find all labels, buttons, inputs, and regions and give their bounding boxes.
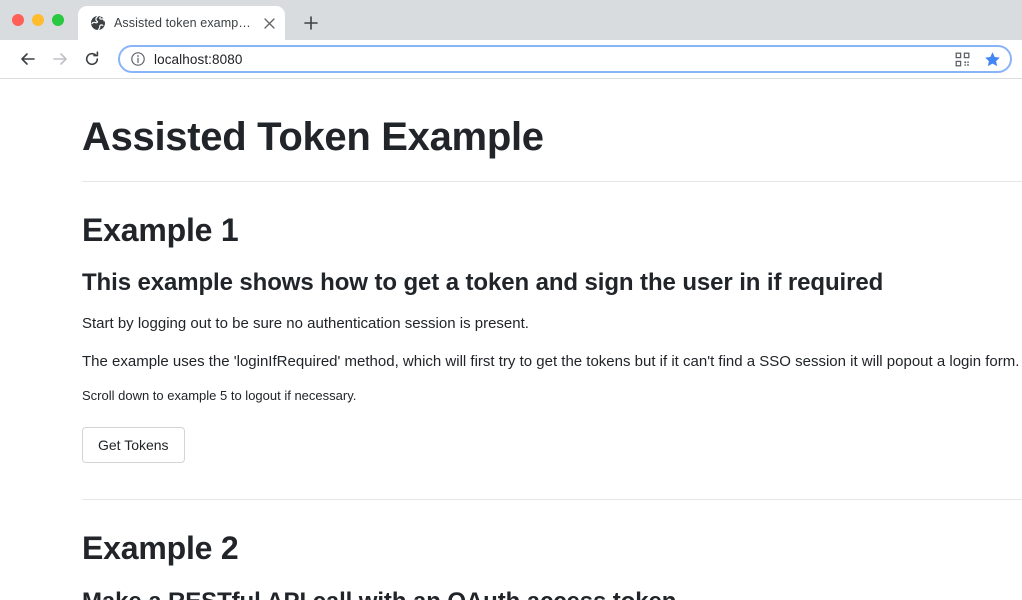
section-1-paragraph-2: The example uses the 'loginIfRequired' m… xyxy=(82,352,1020,370)
browser-tab-active[interactable]: Assisted token example site xyxy=(78,6,285,40)
window-controls xyxy=(0,0,74,40)
close-window-button[interactable] xyxy=(12,14,24,26)
close-tab-icon[interactable] xyxy=(261,15,277,31)
zoom-window-button[interactable] xyxy=(52,14,64,26)
section-1-paragraph-1: Start by logging out to be sure no authe… xyxy=(82,315,529,333)
section-2-heading: Example 2 xyxy=(82,530,239,567)
section-example-2: Example 2 Make a RESTful API call with a… xyxy=(82,500,1022,600)
tab-strip: Assisted token example site xyxy=(0,0,1022,40)
get-tokens-button[interactable]: Get Tokens xyxy=(82,426,185,464)
section-1-heading: Example 1 xyxy=(82,212,239,248)
section-example-1: Example 1 This example shows how to get … xyxy=(82,182,1022,464)
back-button[interactable] xyxy=(14,45,42,73)
page-viewport: Assisted Token Example Example 1 This ex… xyxy=(0,79,1022,600)
section-1-subheading: This example shows how to get a token an… xyxy=(82,269,884,297)
qr-code-icon[interactable] xyxy=(952,49,972,69)
browser-window: Assisted token example site xyxy=(0,0,1022,600)
bookmark-star-icon[interactable] xyxy=(982,49,1002,69)
address-bar[interactable]: localhost:8080 xyxy=(118,45,1012,73)
reload-button[interactable] xyxy=(78,45,106,73)
forward-button xyxy=(46,45,74,73)
tab-title: Assisted token example site xyxy=(114,16,253,30)
section-2-subheading: Make a RESTful API call with an OAuth ac… xyxy=(82,568,1022,600)
globe-icon xyxy=(90,15,106,31)
browser-toolbar: localhost:8080 xyxy=(0,40,1022,79)
section-1-paragraph-3: Scroll down to example 5 to logout if ne… xyxy=(82,388,357,404)
page-content: Assisted Token Example Example 1 This ex… xyxy=(0,79,1022,600)
address-bar-url[interactable]: localhost:8080 xyxy=(154,52,942,67)
minimize-window-button[interactable] xyxy=(32,14,44,26)
site-information-icon[interactable] xyxy=(130,51,146,67)
new-tab-button[interactable] xyxy=(297,9,325,37)
page-title: Assisted Token Example xyxy=(82,115,544,159)
